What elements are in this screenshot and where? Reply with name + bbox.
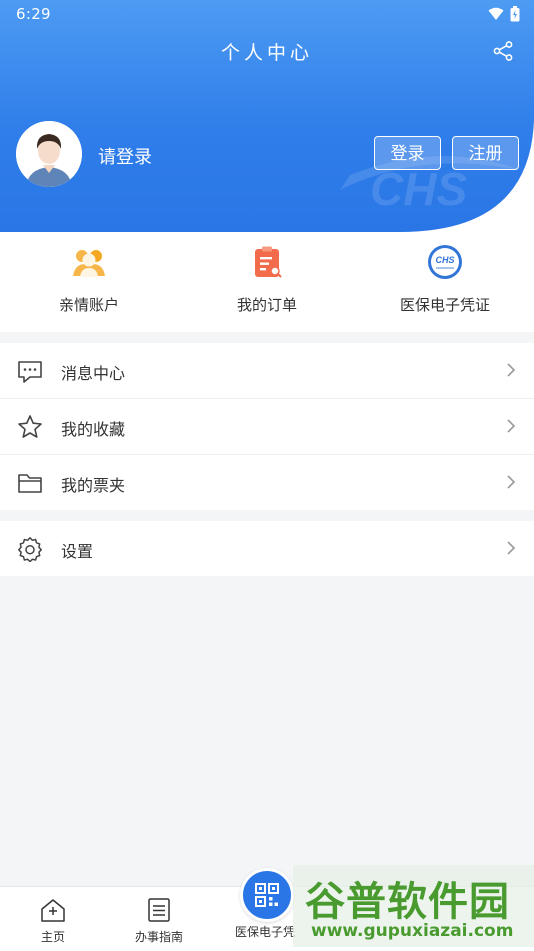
quick-item-family-account[interactable]: 亲情账户	[0, 244, 178, 315]
status-bar: 6:29	[0, 0, 534, 28]
guide-icon	[148, 898, 170, 922]
quick-item-insurance-voucher[interactable]: CHS 医保电子凭证	[356, 244, 534, 315]
tab-label: 办事指南	[134, 930, 183, 944]
quick-label: 我的订单	[236, 296, 297, 314]
gear-icon	[18, 537, 42, 562]
register-button[interactable]: 注册	[452, 136, 519, 170]
menu-item-label: 我的票夹	[61, 476, 126, 495]
star-icon	[18, 415, 42, 438]
chevron-right-icon	[507, 541, 516, 555]
tab-guide[interactable]: 办事指南	[106, 897, 212, 945]
wifi-icon	[488, 7, 504, 20]
quick-label: 亲情账户	[58, 296, 119, 314]
menu-item-favorites[interactable]: 我的收藏	[0, 399, 534, 455]
login-button[interactable]: 登录	[374, 136, 441, 170]
user-avatar-icon	[16, 121, 82, 187]
login-prompt[interactable]: 请登录	[98, 143, 152, 169]
menu-item-label: 设置	[61, 542, 94, 561]
svg-text:CHS: CHS	[435, 255, 454, 265]
family-account-icon	[73, 250, 105, 277]
chevron-right-icon	[507, 475, 516, 489]
avatar[interactable]	[16, 121, 82, 187]
menu-group: 设置	[0, 521, 534, 576]
home-icon	[41, 899, 65, 922]
quick-label: 医保电子凭证	[399, 296, 490, 314]
page-title: 个人中心	[220, 42, 313, 64]
tab-home[interactable]: 主页	[0, 897, 106, 945]
quick-actions: 亲情账户 我的订单 CHS 医保电子凭证	[0, 232, 534, 332]
insurance-qr-button[interactable]	[240, 868, 294, 922]
status-icons	[488, 6, 520, 22]
chs-badge-icon: CHS	[428, 245, 462, 279]
folder-icon	[18, 474, 42, 493]
menu-item-label: 我的收藏	[61, 420, 126, 439]
qr-code-icon	[255, 883, 279, 907]
share-icon[interactable]	[492, 40, 514, 62]
menu-item-label: 消息中心	[61, 364, 126, 383]
order-clipboard-icon	[255, 246, 282, 278]
header-decoration: CHS	[340, 120, 534, 232]
message-icon	[18, 361, 42, 383]
watermark-title: 谷普软件园	[305, 879, 510, 925]
menu-item-messages[interactable]: 消息中心	[0, 343, 534, 399]
chevron-right-icon	[507, 363, 516, 377]
site-watermark: 谷普软件园 www.gupuxiazai.com	[293, 865, 534, 947]
menu-group: 消息中心 我的收藏 我的票夹	[0, 343, 534, 510]
battery-icon	[510, 6, 520, 22]
profile-header: CHS 6:29 个人中心 请登录 登录 注册	[0, 0, 534, 232]
quick-item-my-orders[interactable]: 我的订单	[178, 244, 356, 315]
watermark-url: www.gupuxiazai.com	[311, 921, 514, 941]
status-time: 6:29	[16, 5, 51, 23]
chevron-right-icon	[507, 419, 516, 433]
menu-item-ticket-folder[interactable]: 我的票夹	[0, 455, 534, 510]
tab-label: 主页	[40, 930, 65, 944]
menu-item-settings[interactable]: 设置	[0, 521, 534, 576]
